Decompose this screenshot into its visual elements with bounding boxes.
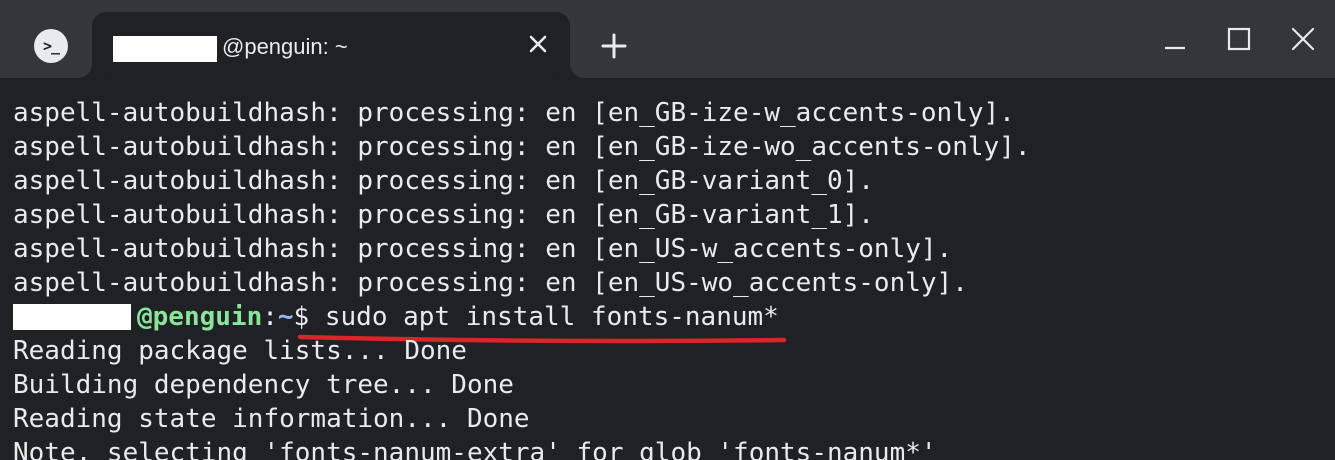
minimize-icon[interactable] (1160, 24, 1190, 54)
terminal-icon-glyph: >_ (42, 36, 60, 55)
prompt-path: ~ (277, 302, 294, 332)
output-line: aspell-autobuildhash: processing: en [en… (13, 200, 874, 230)
output-line: Building dependency tree... Done (13, 370, 514, 400)
prompt-symbol: $ (293, 302, 325, 332)
terminal-output[interactable]: aspell-autobuildhash: processing: en [en… (0, 78, 1335, 460)
output-line: Reading package lists... Done (13, 336, 467, 366)
output-line: aspell-autobuildhash: processing: en [en… (13, 166, 874, 196)
output-line: Note, selecting 'fonts-nanum-extra' for … (13, 438, 937, 460)
output-line: aspell-autobuildhash: processing: en [en… (13, 98, 1015, 128)
tab-strip: >_ @penguin: ~ (0, 0, 1335, 78)
prompt-host: @penguin (137, 302, 263, 332)
command-text: sudo apt install fonts-nanum* (324, 302, 779, 332)
close-window-icon[interactable] (1288, 24, 1318, 54)
tab-active[interactable]: @penguin: ~ (92, 12, 570, 78)
terminal-window: >_ @penguin: ~ aspell-autobuildhash: pro… (0, 0, 1335, 460)
command-prompt-line: @penguin: ~ $ sudo apt install fonts-nanum… (13, 300, 779, 334)
output-line: aspell-autobuildhash: processing: en [en… (13, 132, 1031, 162)
maximize-icon[interactable] (1224, 24, 1254, 54)
output-line: Reading state information... Done (13, 404, 530, 434)
terminal-icon[interactable]: >_ (34, 29, 68, 63)
prompt-separator: : (262, 302, 278, 332)
output-line: aspell-autobuildhash: processing: en [en… (13, 268, 968, 298)
output-line: aspell-autobuildhash: processing: en [en… (13, 234, 953, 264)
new-tab-icon[interactable] (600, 32, 628, 60)
tab-title: @penguin: ~ (222, 34, 348, 59)
tab-close-icon[interactable] (526, 32, 550, 56)
redacted-username (113, 36, 217, 62)
redacted-username (13, 304, 131, 330)
